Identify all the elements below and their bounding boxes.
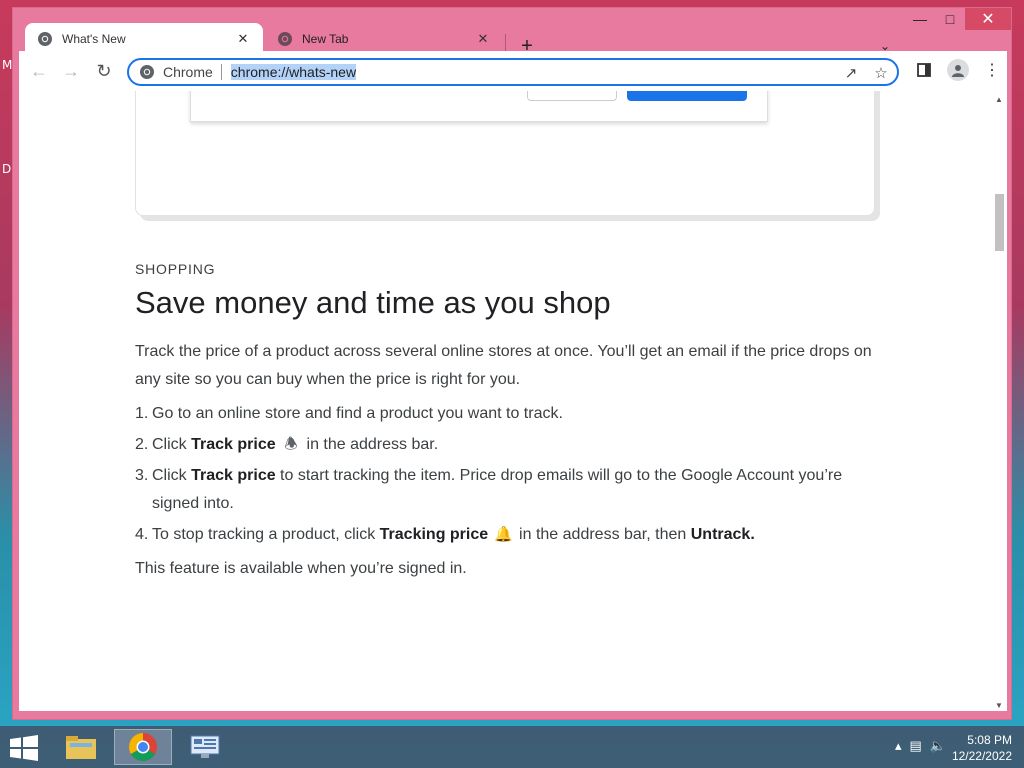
- desktop-icon-label: M: [2, 58, 13, 72]
- side-panel-icon[interactable]: [911, 57, 937, 83]
- tab-strip: What's New ✕ New Tab ✕ + ⌄: [13, 18, 1011, 57]
- url-text[interactable]: chrome://whats-new: [230, 64, 357, 80]
- scrollbar-thumb[interactable]: [995, 194, 1004, 251]
- bookmark-star-icon[interactable]: ☆: [871, 63, 891, 83]
- site-chip-label: Chrome: [163, 64, 222, 80]
- back-button[interactable]: ←: [27, 59, 51, 83]
- windows-start-icon[interactable]: [10, 735, 38, 761]
- section-eyebrow: SHOPPING: [135, 261, 216, 277]
- scroll-down-arrow-icon[interactable]: ▼: [994, 701, 1004, 711]
- availability-note: This feature is available when you’re si…: [135, 560, 467, 577]
- intro-paragraph: Track the price of a product across seve…: [135, 343, 872, 388]
- section-headline: Save money and time as you shop: [135, 285, 611, 320]
- browser-window: — □ ✕ What's New ✕ New Tab ✕ + ⌄ ← → ↻ C…: [12, 7, 1012, 720]
- page-content: SHOPPING Save money and time as you shop…: [19, 91, 1007, 711]
- control-panel-icon: [190, 735, 220, 758]
- profile-button[interactable]: [945, 57, 971, 83]
- feature-card: [135, 91, 875, 216]
- file-explorer-taskbar-button[interactable]: [52, 729, 110, 765]
- taskbar: ▴ ▤ 🔈 5:08 PM 12/22/2022: [0, 726, 1024, 768]
- list-item: 1. Go to an online store and find a prod…: [135, 405, 563, 422]
- network-icon[interactable]: ▤: [910, 738, 922, 754]
- share-icon[interactable]: ↗: [841, 63, 861, 83]
- clock-time: 5:08 PM: [967, 733, 1012, 747]
- desktop-icon-label: D: [2, 162, 12, 176]
- tab-title: What's New: [62, 32, 126, 46]
- scroll-up-arrow-icon[interactable]: ▲: [994, 95, 1004, 105]
- steps-list: 1. Go to an online store and find a prod…: [135, 400, 875, 549]
- article-section: SHOPPING Save money and time as you shop…: [135, 261, 875, 583]
- forward-button[interactable]: →: [59, 59, 83, 83]
- illustration-button-outline: [527, 91, 617, 101]
- browser-toolbar: ← → ↻ Chrome chrome://whats-new ↗ ☆ ⋮: [19, 51, 1007, 91]
- chrome-icon: [129, 733, 157, 761]
- avatar-icon: [947, 59, 969, 81]
- vertical-scrollbar[interactable]: ▲ ▼: [991, 91, 1007, 711]
- track-price-bell-icon: 🕭: [284, 436, 298, 453]
- show-hidden-icons-icon[interactable]: ▴: [895, 738, 902, 754]
- tracking-price-bell-icon: 🔔: [494, 526, 513, 543]
- address-bar[interactable]: Chrome chrome://whats-new ↗ ☆: [127, 58, 899, 86]
- list-item: 4. To stop tracking a product, click Tra…: [135, 521, 875, 549]
- taskbar-clock[interactable]: 5:08 PM 12/22/2022: [952, 732, 1012, 764]
- illustration-dialog: [190, 91, 768, 122]
- system-tray: ▴ ▤ 🔈: [895, 738, 946, 754]
- close-tab-icon[interactable]: ✕: [475, 31, 491, 47]
- illustration-button-filled: [627, 91, 747, 101]
- close-tab-icon[interactable]: ✕: [235, 31, 251, 47]
- control-panel-taskbar-button[interactable]: [176, 729, 234, 765]
- chrome-taskbar-button[interactable]: [114, 729, 172, 765]
- list-item: 2. Click Track price 🕭 in the address ba…: [135, 431, 875, 459]
- reload-button[interactable]: ↻: [92, 59, 116, 83]
- folder-icon: [66, 736, 96, 759]
- list-item: 3. Click Track price to start tracking t…: [135, 467, 843, 512]
- volume-icon[interactable]: 🔈: [930, 738, 946, 754]
- chrome-favicon-icon: [38, 32, 52, 46]
- clock-date: 12/22/2022: [951, 749, 1012, 763]
- tab-title: New Tab: [302, 32, 349, 46]
- desktop-edge: M D: [0, 0, 12, 720]
- chrome-icon: [140, 65, 154, 79]
- chrome-favicon-icon: [278, 32, 292, 46]
- menu-kebab-icon[interactable]: ⋮: [979, 57, 1005, 83]
